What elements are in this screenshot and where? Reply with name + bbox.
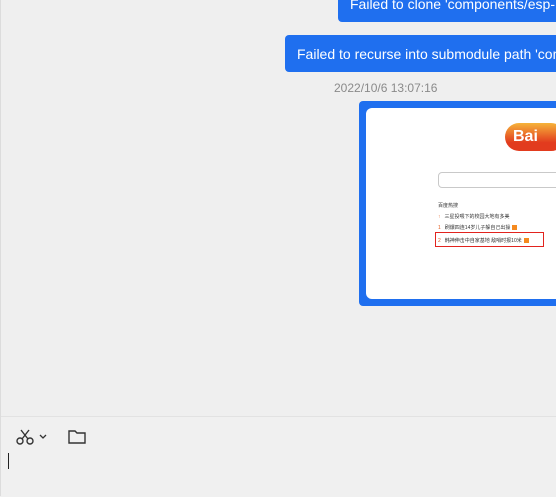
red-highlight-box: [435, 232, 544, 247]
chat-history[interactable]: Failed to clone 'components/esp- Failed …: [1, 0, 556, 416]
scissors-icon[interactable]: [15, 428, 35, 446]
hot-text: 三星投喂下的校园大地有多美: [444, 214, 510, 220]
folder-icon[interactable]: [67, 428, 87, 446]
message-text: Failed to clone 'components/esp-: [350, 0, 556, 12]
baidu-logo: Bai: [505, 123, 556, 151]
hot-rank: ↑: [438, 214, 441, 220]
chevron-down-icon[interactable]: [39, 428, 47, 446]
message-bubble[interactable]: Failed to recurse into submodule path 'c…: [285, 35, 556, 72]
message-timestamp: 2022/10/6 13:07:16: [334, 81, 438, 95]
hot-search-item: 1 刷爆四连14岁儿子躲自己出操: [438, 224, 518, 231]
text-cursor: [8, 453, 9, 469]
hot-text: 刷爆四连14岁儿子躲自己出操: [444, 225, 511, 231]
message-bubble[interactable]: Failed to clone 'components/esp-: [338, 0, 556, 22]
hot-rank: 1: [438, 225, 441, 231]
message-input-area[interactable]: [1, 416, 556, 497]
hot-search-title: 百度热搜: [438, 203, 459, 209]
message-text: Failed to recurse into submodule path 'c…: [297, 46, 556, 62]
search-box-thumbnail: [438, 172, 556, 188]
screenshot-image[interactable]: Bai 百度热搜 ↑ 三星投喂下的校园大地有多美 1 刷爆四连14岁儿子躲自己出操 …: [366, 108, 556, 299]
image-message[interactable]: Bai 百度热搜 ↑ 三星投喂下的校园大地有多美 1 刷爆四连14岁儿子躲自己出操 …: [359, 101, 556, 306]
hot-tag-icon: [512, 225, 518, 231]
hot-search-item: ↑ 三星投喂下的校园大地有多美: [438, 213, 510, 220]
